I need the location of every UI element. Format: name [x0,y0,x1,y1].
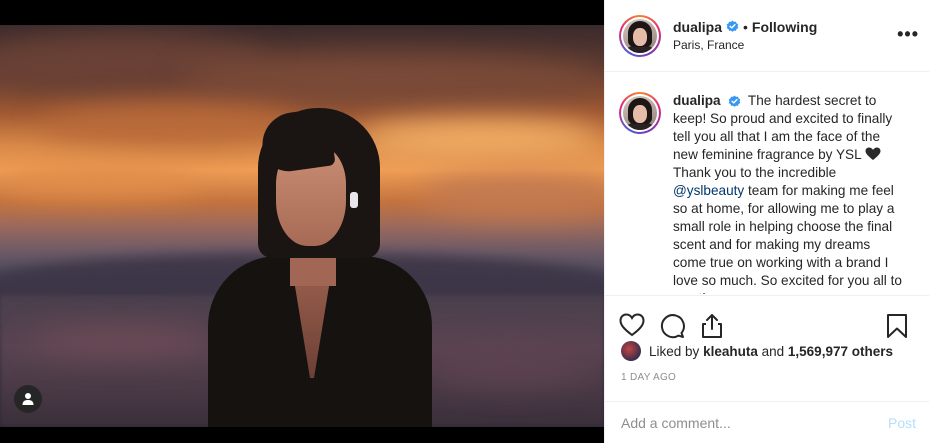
letterbox-bottom [0,427,604,443]
caption-verified-badge-icon [729,95,741,107]
caption-text: dualipa The hardest secret to keep! So p… [673,92,905,294]
liker-avatar[interactable] [621,341,641,361]
letterbox-top [0,0,604,25]
likes-connector: and [761,343,785,359]
liker-username[interactable]: kleahuta [703,344,758,359]
likes-count[interactable]: 1,569,977 others [788,344,893,359]
separator-dot: • [743,18,748,35]
caption-username[interactable]: dualipa [673,93,721,108]
following-button[interactable]: Following [752,18,817,36]
comment-bubble-icon[interactable] [659,313,685,339]
caption-body-3: team for making me feel so at home, for … [673,183,902,294]
share-upload-icon[interactable] [699,313,725,339]
post-header: dualipa • Following Paris, France ••• [605,0,929,72]
location-link[interactable]: Paris, France [673,36,817,54]
mention-link[interactable]: @yslbeauty [673,183,744,198]
post-media[interactable] [0,0,604,443]
likes-prefix: Liked by [649,343,700,359]
portrait-subject [0,25,604,427]
comment-form: Post [605,401,929,443]
post-photo[interactable] [0,25,604,427]
author-username[interactable]: dualipa [673,18,722,36]
caption-avatar[interactable] [623,96,657,130]
story-ring[interactable] [619,14,661,57]
black-heart-emoji-icon [865,147,881,160]
like-heart-icon[interactable] [619,312,645,339]
action-bar [605,295,929,345]
caption-body-2: Thank you to the incredible [673,165,837,180]
caption-story-ring[interactable] [619,92,661,134]
post-side-panel: dualipa • Following Paris, France ••• du… [604,0,929,443]
instagram-post: dualipa • Following Paris, France ••• du… [0,0,929,443]
likes-summary: Liked by kleahuta and 1,569,977 others [621,341,893,361]
comment-input[interactable] [621,414,888,431]
caption-section: dualipa The hardest secret to keep! So p… [605,72,929,294]
post-comment-button[interactable]: Post [888,415,916,431]
verified-badge-icon [726,20,739,32]
bookmark-icon[interactable] [886,313,912,339]
user-tag-icon[interactable] [14,385,42,413]
more-options-icon[interactable]: ••• [897,24,919,45]
avatar[interactable] [623,18,657,53]
post-timestamp[interactable]: 1 DAY AGO [621,372,676,383]
